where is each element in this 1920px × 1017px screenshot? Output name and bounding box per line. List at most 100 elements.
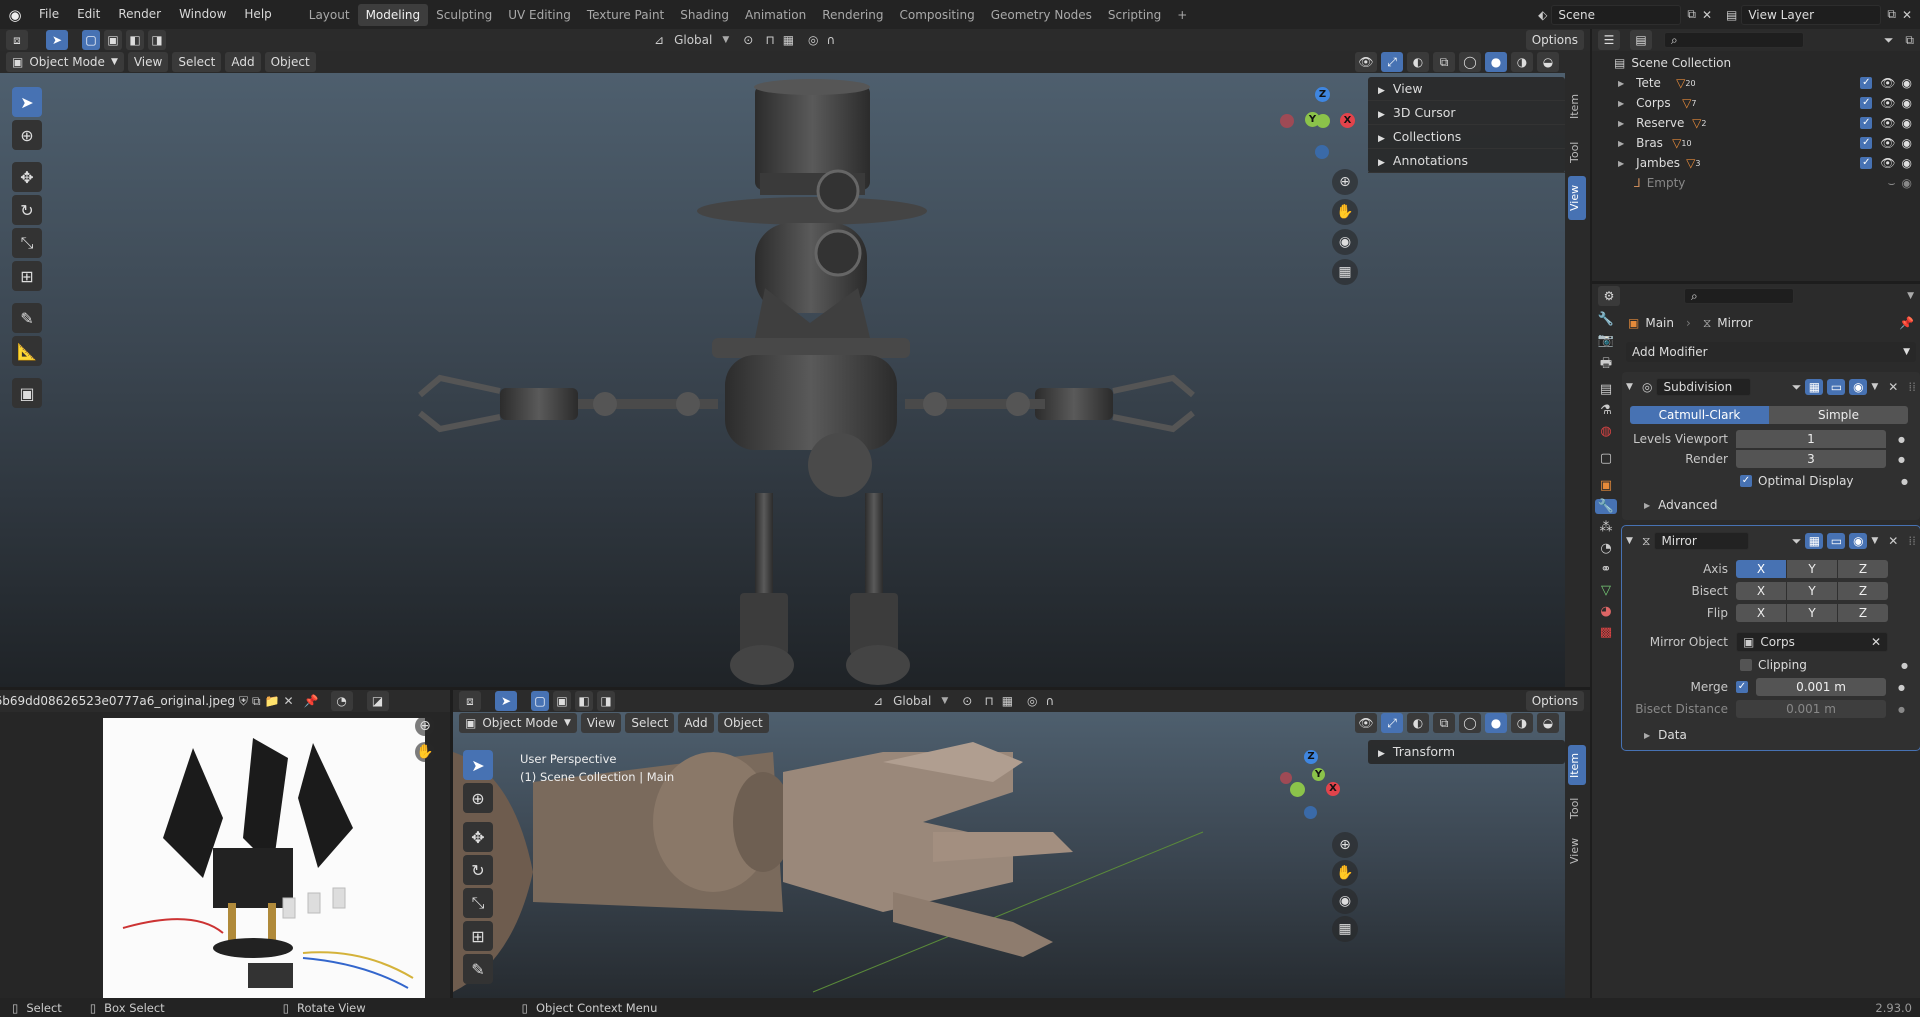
bisect-z-button[interactable]: Z [1838,582,1888,600]
collapse-chevron-icon[interactable]: ▼ [1626,382,1638,392]
drag-handle-icon[interactable]: ⁞⁞ [1908,380,1916,394]
on-cage-icon[interactable]: ⏷ [1792,534,1802,549]
properties-search-input[interactable]: ⌕ [1684,288,1794,304]
tab-animation[interactable]: Animation [737,4,814,26]
rotate-tool-icon[interactable]: ↻ [463,855,493,885]
eye-icon[interactable]: 👁 [1880,96,1895,110]
particles-tab-icon[interactable]: ⁂ [1600,520,1613,535]
editor-type-icon[interactable]: ⧈ [6,30,28,50]
orientation-dropdown[interactable]: Global [668,30,718,50]
outliner-search-input[interactable]: ⌕ [1664,32,1804,48]
wireframe-shading-icon[interactable]: ◯ [1459,52,1481,72]
solid-shading-icon[interactable]: ● [1485,713,1507,733]
delete-scene-icon[interactable]: ✕ [1702,8,1712,22]
flip-x-button[interactable]: X [1736,604,1786,622]
panel-transform[interactable]: ▶ Transform [1368,740,1565,764]
menu-object[interactable]: Object [717,713,769,733]
tab-view[interactable]: View [1568,176,1586,220]
close-image-icon[interactable]: ✕ [284,694,294,708]
view-layer-tab-icon[interactable]: ▤ [1600,382,1612,397]
flip-z-button[interactable]: Z [1838,604,1888,622]
neg-x-axis-icon[interactable] [1280,772,1292,784]
tab-shading[interactable]: Shading [672,4,737,26]
camera-render-icon[interactable]: ◉ [1902,76,1912,90]
dropdown-icon[interactable]: ▼ [1871,382,1878,392]
mirror-object-field[interactable]: ▣ Corps ✕ [1736,632,1888,652]
proportional-icon[interactable]: ◎ [808,33,818,47]
gizmo-toggle-icon[interactable]: ⤢ [1381,52,1403,72]
camera-render-icon[interactable]: ◉ [1902,116,1912,130]
pin-icon[interactable]: 📌 [1899,316,1914,330]
subdivision-name-field[interactable]: Subdivision [1656,378,1752,396]
camera-render-icon[interactable]: ◉ [1902,176,1912,190]
outliner-item-empty[interactable]: ⅃ Empty ⌣ ◉ [1592,173,1920,193]
falloff-icon[interactable]: ∩ [1046,694,1055,708]
menu-add[interactable]: Add [678,713,714,733]
menu-edit[interactable]: Edit [68,0,109,29]
axis-z-button[interactable]: Z [1838,560,1888,578]
blender-logo-icon[interactable]: ◉ [0,6,30,24]
editor-type-icon[interactable]: ⧈ [459,691,481,711]
scene-icon[interactable]: ⬖ [1538,8,1547,22]
add-cube-tool-icon[interactable]: ▣ [12,378,42,408]
tab-sculpting[interactable]: Sculpting [428,4,500,26]
cursor-tool-icon[interactable]: ⊕ [12,120,42,150]
keyframe-dot-icon[interactable]: ● [1901,477,1908,486]
fake-user-shield-icon[interactable]: ⛨ [239,694,248,709]
move-tool-icon[interactable]: ✥ [463,822,493,852]
axis-y-button[interactable]: Y [1787,560,1837,578]
render-levels-field[interactable]: 3 [1736,450,1886,468]
bisect-distance-field[interactable]: 0.001 m [1736,700,1886,718]
solid-shading-icon[interactable]: ● [1485,52,1507,72]
new-view-layer-icon[interactable]: ⧉ [1887,7,1896,22]
clear-field-icon[interactable]: ✕ [1871,633,1881,651]
data-tab-icon[interactable]: ▽ [1601,583,1611,598]
snap-grid-icon[interactable]: ▦ [1002,694,1013,708]
hidden-eye-icon[interactable]: ⌣ [1888,176,1896,191]
chevron-right-icon[interactable]: ▶ [1618,139,1624,148]
menu-view[interactable]: View [580,713,622,733]
x-axis-icon[interactable]: X [1326,782,1340,796]
texture-tab-icon[interactable]: ▩ [1600,625,1612,640]
chevron-right-icon[interactable]: ▶ [1618,119,1624,128]
bisect-y-button[interactable]: Y [1787,582,1837,600]
orientation-dropdown[interactable]: Global [887,691,937,711]
remove-modifier-icon[interactable]: ✕ [1888,534,1898,548]
transform-tool-icon[interactable]: ⊞ [463,921,493,951]
neg-x-axis-icon[interactable] [1280,114,1294,128]
exclude-checkbox[interactable]: ✓ [1860,137,1873,149]
rendered-shading-icon[interactable]: ◒ [1537,713,1559,733]
world-tab-icon[interactable]: ◍ [1600,424,1611,439]
xray-icon[interactable]: ⧉ [1433,52,1455,72]
scene-tab-icon[interactable]: ⚗ [1600,403,1612,418]
keyframe-dot-icon[interactable]: ● [1898,435,1905,444]
render-toggle-icon[interactable]: ◉ [1849,379,1868,395]
render-tab-icon[interactable]: 📷 [1598,333,1614,348]
tab-layout[interactable]: Layout [301,4,358,26]
edit-mode-toggle-icon[interactable]: ▦ [1805,533,1824,549]
snap-grid-icon[interactable]: ▦ [783,33,794,47]
exclude-checkbox[interactable]: ✓ [1860,117,1873,129]
on-cage-icon[interactable]: ⏷ [1792,380,1802,395]
outliner-item-tete[interactable]: ▶ Tete ▽ 20 ✓ 👁 ◉ [1592,73,1920,93]
viewport-toggle-icon[interactable]: ▭ [1827,533,1846,549]
tab-uv-editing[interactable]: UV Editing [500,4,579,26]
menu-add[interactable]: Add [225,52,261,72]
chevron-down-icon[interactable]: ▼ [1907,291,1914,301]
display-mode-icon[interactable]: ▤ [1630,30,1652,50]
tab-geometry-nodes[interactable]: Geometry Nodes [983,4,1100,26]
dropdown-icon[interactable]: ▼ [1871,536,1878,546]
neg-z-axis-icon[interactable] [1304,806,1317,819]
chevron-down-icon[interactable]: ▼ [722,35,729,45]
flip-y-button[interactable]: Y [1787,604,1837,622]
keyframe-dot-icon[interactable]: ● [1898,455,1905,464]
menu-select[interactable]: Select [172,52,222,72]
chevron-down-icon[interactable]: ▼ [941,696,948,706]
zoom-icon[interactable]: ⊕ [415,716,435,736]
merge-checkbox[interactable]: ✓ [1736,681,1748,693]
camera-render-icon[interactable]: ◉ [1902,156,1912,170]
visibility-icon[interactable]: 👁 [1355,52,1377,72]
exclude-checkbox[interactable]: ✓ [1860,77,1873,89]
new-collection-icon[interactable]: ⧉ [1905,33,1914,48]
select-box-tool-icon[interactable]: ➤ [12,87,42,117]
